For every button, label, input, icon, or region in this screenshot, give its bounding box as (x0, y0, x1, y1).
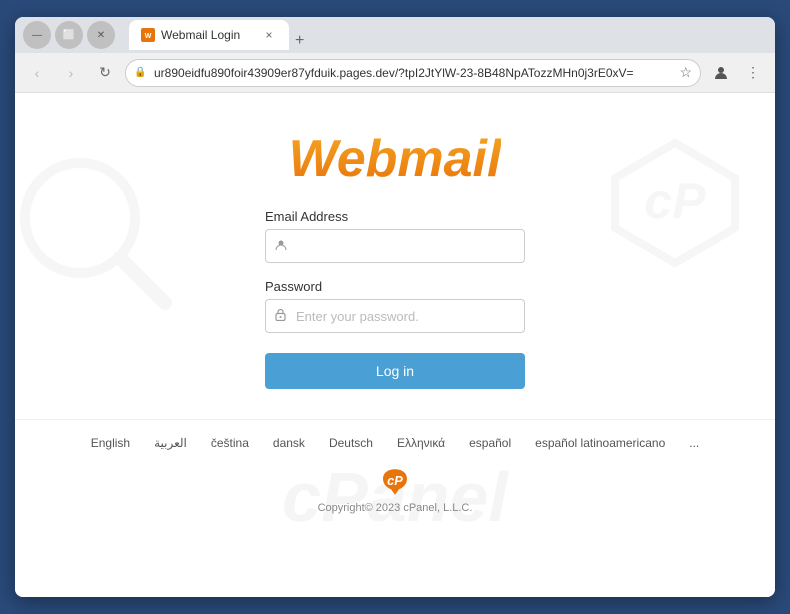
tab-favicon: W (141, 28, 155, 42)
url-text: ur890eidfu890foir43909er87yfduik.pages.d… (154, 66, 634, 80)
login-form: Email Address Password (265, 209, 525, 389)
address-bar[interactable]: 🔒 ur890eidfu890foir43909er87yfduik.pages… (125, 59, 701, 87)
svg-text:cP: cP (387, 473, 403, 488)
svg-text:W: W (145, 33, 152, 40)
page-content: cP cPanel Webmail Email Address (15, 93, 775, 597)
browser-window: — ⬜ ✕ W Webmail Login × + ‹ › ↻ 🔒 ur890e… (15, 17, 775, 597)
logo-text: Webmail (289, 130, 502, 188)
cpanel-logo-icon: cP (379, 466, 411, 498)
footer: cP Copyright© 2023 cPanel, L.L.C. (318, 458, 473, 526)
password-input-wrapper (265, 299, 525, 333)
lang-spanish-lat[interactable]: español latinoamericano (535, 436, 665, 450)
tab-bar: W Webmail Login × + (129, 20, 767, 50)
lang-czech[interactable]: čeština (211, 436, 249, 450)
email-label: Email Address (265, 209, 525, 224)
password-group: Password (265, 279, 525, 333)
window-controls: — ⬜ ✕ (23, 21, 115, 49)
lock-input-icon (275, 308, 286, 324)
lang-german[interactable]: Deutsch (329, 436, 373, 450)
nav-bar: ‹ › ↻ 🔒 ur890eidfu890foir43909er87yfduik… (15, 53, 775, 93)
maximize-button[interactable]: ⬜ (55, 21, 83, 49)
lang-english[interactable]: English (91, 436, 130, 450)
bookmark-icon[interactable]: ☆ (679, 64, 692, 81)
lang-greek[interactable]: Ελληνικά (397, 436, 445, 450)
active-tab[interactable]: W Webmail Login × (129, 20, 289, 50)
forward-button[interactable]: › (57, 59, 85, 87)
back-button[interactable]: ‹ (23, 59, 51, 87)
lock-icon: 🔒 (134, 67, 146, 78)
lang-spanish[interactable]: español (469, 436, 511, 450)
copyright-text: Copyright© 2023 cPanel, L.L.C. (318, 502, 473, 514)
language-bar: English العربية čeština dansk Deutsch Ελ… (15, 419, 775, 458)
email-input-wrapper (265, 229, 525, 263)
lang-danish[interactable]: dansk (273, 436, 305, 450)
new-tab-button[interactable]: + (289, 32, 310, 50)
minimize-button[interactable]: — (23, 21, 51, 49)
tab-close-button[interactable]: × (261, 27, 277, 43)
person-icon (275, 239, 287, 254)
password-label: Password (265, 279, 525, 294)
login-form-container: Webmail Email Address Password (15, 93, 775, 526)
nav-right-buttons: ⋮ (707, 59, 767, 87)
lang-arabic[interactable]: العربية (154, 436, 187, 450)
lang-more[interactable]: ... (689, 436, 699, 450)
email-input[interactable] (265, 229, 525, 263)
email-group: Email Address (265, 209, 525, 263)
title-bar: — ⬜ ✕ W Webmail Login × + (15, 17, 775, 53)
profile-button[interactable] (707, 59, 735, 87)
close-button[interactable]: ✕ (87, 21, 115, 49)
logo: Webmail (289, 133, 502, 185)
refresh-button[interactable]: ↻ (91, 59, 119, 87)
menu-button[interactable]: ⋮ (739, 59, 767, 87)
password-input[interactable] (265, 299, 525, 333)
login-button[interactable]: Log in (265, 353, 525, 389)
tab-title: Webmail Login (161, 28, 255, 42)
